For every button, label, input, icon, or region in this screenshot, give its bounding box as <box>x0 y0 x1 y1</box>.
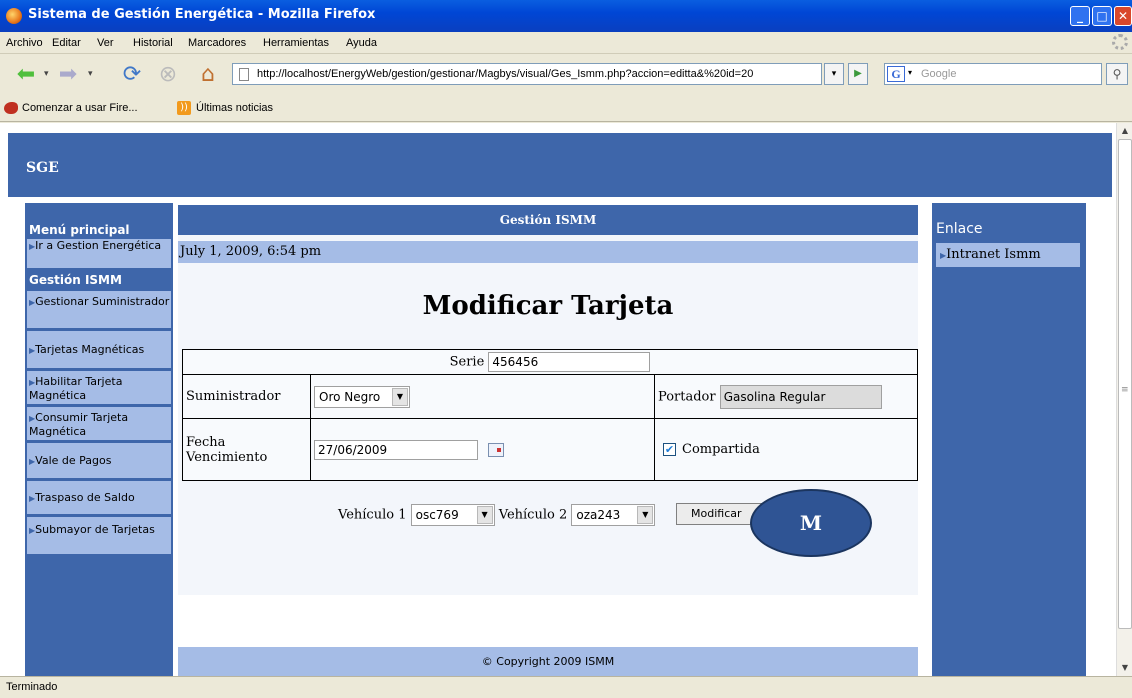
scroll-down-icon[interactable]: ▼ <box>1117 660 1132 676</box>
link-intranet-ismm[interactable]: ▶Intranet Ismm <box>936 243 1080 267</box>
url-dropdown-icon[interactable]: ▾ <box>824 63 844 85</box>
menu-ayuda[interactable]: Ayuda <box>346 37 377 49</box>
menu-archivo[interactable]: Archivo <box>6 37 43 49</box>
forward-arrow-icon[interactable]: ➡ <box>52 63 84 87</box>
suministrador-select[interactable]: Oro Negro ▼ <box>314 385 410 408</box>
vehiculo2-select[interactable]: oza243 ▼ <box>571 504 656 526</box>
vertical-scrollbar[interactable]: ▲ ≡ ▼ <box>1116 123 1132 676</box>
sidebar-item-gestionar-suministrador[interactable]: ▶Gestionar Suministrador <box>27 291 171 329</box>
menu-ver[interactable]: Ver <box>97 37 114 49</box>
grip-icon: ≡ <box>1121 385 1129 395</box>
search-engine-dropdown-icon[interactable]: ▾ <box>908 68 912 77</box>
fecha-input[interactable]: 27/06/2009 <box>314 439 478 460</box>
vehiculo1-label: Vehículo 1 <box>338 507 407 523</box>
chevron-down-icon: ▼ <box>637 506 654 524</box>
menu-bar: Archivo Editar Ver Historial Marcadores … <box>0 32 1132 54</box>
site-header: SGE <box>8 133 1112 197</box>
card-form-table: Serie 456456 Suministrador Oro Negro ▼ Po… <box>182 349 918 481</box>
date-display: July 1, 2009, 6:54 pm <box>178 241 918 263</box>
vehiculo1-select[interactable]: osc769 ▼ <box>410 504 495 526</box>
chevron-down-icon: ▼ <box>392 387 408 406</box>
minimize-button[interactable]: _ <box>1070 6 1090 26</box>
sidebar-item-gestion-energetica[interactable]: ▶Ir a Gestion Energética <box>27 239 171 269</box>
ismm-heading: Gestión ISMM <box>29 273 122 287</box>
serie-input[interactable]: 456456 <box>488 352 651 372</box>
annotation-callout: M <box>750 489 872 557</box>
firefox-icon <box>6 8 22 24</box>
serie-label: Serie <box>449 354 485 370</box>
bookmark-latest-news[interactable]: Últimas noticias <box>196 102 273 114</box>
bookmarks-toolbar: Comenzar a usar Fire... )) Últimas notic… <box>0 96 1132 122</box>
firefox-bookmark-icon <box>4 102 18 114</box>
fecha-label: Fecha Vencimiento <box>182 418 311 481</box>
url-text[interactable]: http://localhost/EnergyWeb/gestion/gesti… <box>257 68 753 80</box>
site-footer: © Copyright 2009 ISMM <box>178 647 918 676</box>
scroll-thumb[interactable] <box>1118 139 1132 629</box>
magnifier-icon[interactable]: ⚲ <box>1106 63 1128 85</box>
search-box[interactable]: G ▾ Google <box>884 63 1102 85</box>
back-history-icon[interactable]: ▾ <box>44 69 49 79</box>
window-title: Sistema de Gestión Energética - Mozilla … <box>28 7 376 22</box>
status-text: Terminado <box>6 681 58 693</box>
compartida-label: Compartida <box>682 442 760 457</box>
fecha-cell: 27/06/2009 <box>310 418 655 481</box>
vehiculo2-label: Vehículo 2 <box>498 507 568 523</box>
site-brand: SGE <box>26 160 59 176</box>
chevron-down-icon: ▼ <box>476 506 493 524</box>
scroll-up-icon[interactable]: ▲ <box>1117 123 1132 139</box>
serie-row: Serie 456456 <box>182 349 918 375</box>
suministrador-label: Suministrador <box>182 374 311 419</box>
maximize-button[interactable]: □ <box>1092 6 1112 26</box>
left-sidebar: Menú principal ▶Ir a Gestion Energética … <box>25 203 173 676</box>
page-icon <box>239 68 249 81</box>
go-arrow-icon[interactable]: ▶ <box>848 63 868 85</box>
menu-marcadores[interactable]: Marcadores <box>188 37 246 49</box>
menu-editar[interactable]: Editar <box>52 37 81 49</box>
url-bar[interactable]: http://localhost/EnergyWeb/gestion/gesti… <box>232 63 822 85</box>
bookmark-getting-started[interactable]: Comenzar a usar Fire... <box>22 102 138 114</box>
stop-icon[interactable]: ⊗ <box>154 63 182 87</box>
google-icon[interactable]: G <box>887 66 905 82</box>
home-icon[interactable]: ⌂ <box>194 63 222 87</box>
forward-history-icon[interactable]: ▾ <box>88 69 93 79</box>
page-title: Modificar Tarjeta <box>422 291 674 321</box>
sidebar-item-vale-de-pagos[interactable]: ▶Vale de Pagos <box>27 443 171 479</box>
rss-icon: )) <box>177 101 191 115</box>
links-heading: Enlace <box>936 221 983 237</box>
page-viewport: SGE Menú principal ▶Ir a Gestion Energét… <box>0 123 1116 676</box>
vehicle-row: Vehículo 1 osc769 ▼ Vehículo 2 oza243 ▼ <box>338 504 656 526</box>
compartida-cell: ✔ Compartida <box>654 418 918 481</box>
calendar-icon[interactable] <box>488 442 505 457</box>
menu-herramientas[interactable]: Herramientas <box>263 37 329 49</box>
sidebar-item-traspaso-de-saldo[interactable]: ▶Traspaso de Saldo <box>27 481 171 515</box>
sidebar-item-tarjetas-magneticas[interactable]: ▶Tarjetas Magnéticas <box>27 331 171 369</box>
menu-historial[interactable]: Historial <box>133 37 173 49</box>
sidebar-item-habilitar-tarjeta[interactable]: ▶Habilitar Tarjeta Magnética <box>27 371 171 405</box>
status-bar: Terminado <box>0 676 1132 698</box>
window-titlebar: Sistema de Gestión Energética - Mozilla … <box>0 0 1132 32</box>
portador-label: Portador <box>658 389 716 404</box>
portador-field: Gasolina Regular <box>719 384 882 409</box>
back-arrow-icon[interactable]: ⬅ <box>10 63 42 87</box>
sidebar-item-consumir-tarjeta[interactable]: ▶Consumir Tarjeta Magnética <box>27 407 171 441</box>
compartida-checkbox[interactable]: ✔ <box>663 443 676 456</box>
throbber-icon <box>1112 34 1128 50</box>
sidebar-item-submayor-tarjetas[interactable]: ▶Submayor de Tarjetas <box>27 517 171 555</box>
portador-cell: Portador Gasolina Regular <box>654 374 918 419</box>
close-button[interactable]: ✕ <box>1114 6 1132 26</box>
content-header: Gestión ISMM <box>178 205 918 235</box>
suministrador-cell: Oro Negro ▼ <box>310 374 655 419</box>
main-menu-heading: Menú principal <box>29 223 130 237</box>
search-placeholder[interactable]: Google <box>921 68 956 80</box>
reload-icon[interactable]: ⟳ <box>118 63 146 87</box>
right-sidebar: Enlace ▶Intranet Ismm <box>932 203 1086 676</box>
